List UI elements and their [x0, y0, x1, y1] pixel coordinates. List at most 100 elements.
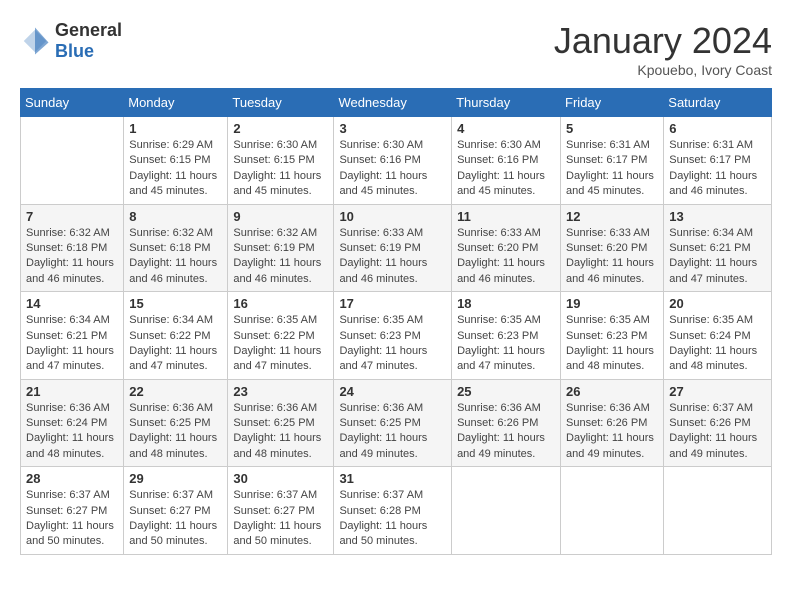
cell-line: Daylight: 11 hours and 47 minutes. [457, 345, 545, 372]
calendar-cell: 28Sunrise: 6:37 AMSunset: 6:27 PMDayligh… [21, 467, 124, 555]
day-number: 18 [457, 296, 555, 311]
cell-line: Sunset: 6:26 PM [669, 417, 750, 429]
cell-line: Sunrise: 6:33 AM [339, 227, 423, 239]
cell-line: Daylight: 11 hours and 48 minutes. [669, 345, 757, 372]
cell-content: Sunrise: 6:31 AMSunset: 6:17 PMDaylight:… [669, 138, 766, 200]
cell-content: Sunrise: 6:37 AMSunset: 6:27 PMDaylight:… [233, 488, 328, 550]
day-number: 21 [26, 384, 118, 399]
cell-line: Sunset: 6:17 PM [566, 154, 647, 166]
cell-line: Sunset: 6:21 PM [26, 330, 107, 342]
cell-content: Sunrise: 6:36 AMSunset: 6:25 PMDaylight:… [233, 401, 328, 463]
day-number: 4 [457, 121, 555, 136]
day-number: 22 [129, 384, 222, 399]
cell-content: Sunrise: 6:35 AMSunset: 6:23 PMDaylight:… [339, 313, 446, 375]
calendar-cell: 11Sunrise: 6:33 AMSunset: 6:20 PMDayligh… [452, 204, 561, 292]
cell-line: Sunset: 6:25 PM [129, 417, 210, 429]
cell-line: Sunset: 6:17 PM [669, 154, 750, 166]
cell-line: Sunrise: 6:33 AM [457, 227, 541, 239]
day-number: 8 [129, 209, 222, 224]
cell-line: Daylight: 11 hours and 49 minutes. [457, 432, 545, 459]
day-number: 13 [669, 209, 766, 224]
cell-line: Daylight: 11 hours and 46 minutes. [669, 170, 757, 197]
cell-line: Daylight: 11 hours and 50 minutes. [26, 520, 114, 547]
cell-line: Sunrise: 6:34 AM [669, 227, 753, 239]
cell-content: Sunrise: 6:35 AMSunset: 6:23 PMDaylight:… [566, 313, 658, 375]
day-header-thursday: Thursday [452, 89, 561, 117]
cell-content: Sunrise: 6:35 AMSunset: 6:24 PMDaylight:… [669, 313, 766, 375]
day-header-wednesday: Wednesday [334, 89, 452, 117]
calendar-cell: 30 Sunrise: 6:37 AMSunset: 6:27 PMDayligh… [228, 467, 334, 555]
cell-line: Sunrise: 6:32 AM [26, 227, 110, 239]
cell-content: Sunrise: 6:36 AMSunset: 6:24 PMDaylight:… [26, 401, 118, 463]
cell-line: Sunrise: 6:31 AM [566, 139, 650, 151]
calendar-cell: 1Sunrise: 6:29 AMSunset: 6:15 PMDaylight… [124, 117, 228, 205]
cell-line: Sunrise: 6:35 AM [339, 314, 423, 326]
day-header-friday: Friday [561, 89, 664, 117]
cell-content: Sunrise: 6:36 AMSunset: 6:26 PMDaylight:… [566, 401, 658, 463]
calendar-cell: 20Sunrise: 6:35 AMSunset: 6:24 PMDayligh… [664, 292, 772, 380]
calendar-cell [664, 467, 772, 555]
cell-content: Sunrise: 6:34 AMSunset: 6:21 PMDaylight:… [669, 226, 766, 288]
cell-line: Daylight: 11 hours and 49 minutes. [566, 432, 654, 459]
cell-content: Sunrise: 6:37 AMSunset: 6:27 PMDaylight:… [26, 488, 118, 550]
calendar-cell: 9Sunrise: 6:32 AMSunset: 6:19 PMDaylight… [228, 204, 334, 292]
cell-line: Sunrise: 6:35 AM [669, 314, 753, 326]
cell-content: Sunrise: 6:32 AMSunset: 6:18 PMDaylight:… [129, 226, 222, 288]
cell-line: Sunset: 6:18 PM [129, 242, 210, 254]
calendar-cell: 17Sunrise: 6:35 AMSunset: 6:23 PMDayligh… [334, 292, 452, 380]
cell-line: Daylight: 11 hours and 45 minutes. [457, 170, 545, 197]
cell-line: Sunset: 6:20 PM [566, 242, 647, 254]
cell-line: Daylight: 11 hours and 48 minutes. [26, 432, 114, 459]
cell-line: Sunrise: 6:32 AM [129, 227, 213, 239]
cell-content: Sunrise: 6:33 AMSunset: 6:19 PMDaylight:… [339, 226, 446, 288]
cell-line: Sunrise: 6:30 AM [339, 139, 423, 151]
cell-line: Sunrise: 6:35 AM [566, 314, 650, 326]
cell-line: Daylight: 11 hours and 50 minutes. [129, 520, 217, 547]
cell-line: Sunrise: 6:37 AM [339, 489, 423, 501]
cell-content: Sunrise: 6:33 AMSunset: 6:20 PMDaylight:… [566, 226, 658, 288]
calendar-cell: 14Sunrise: 6:34 AMSunset: 6:21 PMDayligh… [21, 292, 124, 380]
calendar-week-2: 7Sunrise: 6:32 AMSunset: 6:18 PMDaylight… [21, 204, 772, 292]
cell-content: Sunrise: 6:36 AMSunset: 6:25 PMDaylight:… [339, 401, 446, 463]
cell-line: Daylight: 11 hours and 47 minutes. [669, 257, 757, 284]
calendar-week-4: 21 Sunrise: 6:36 AMSunset: 6:24 PMDayligh… [21, 379, 772, 467]
cell-line: Sunrise: 6:35 AM [233, 314, 317, 326]
cell-line: Sunrise: 6:37 AM [129, 489, 213, 501]
day-header-saturday: Saturday [664, 89, 772, 117]
cell-line: Sunrise: 6:35 AM [457, 314, 541, 326]
calendar-cell [21, 117, 124, 205]
cell-line: Sunset: 6:19 PM [339, 242, 420, 254]
logo-icon [20, 26, 50, 56]
day-number: 5 [566, 121, 658, 136]
cell-content: Sunrise: 6:30 AMSunset: 6:16 PMDaylight:… [339, 138, 446, 200]
cell-line: Sunset: 6:25 PM [339, 417, 420, 429]
cell-line: Sunset: 6:16 PM [339, 154, 420, 166]
cell-line: Daylight: 11 hours and 50 minutes. [233, 520, 321, 547]
calendar-cell: 2Sunrise: 6:30 AMSunset: 6:15 PMDaylight… [228, 117, 334, 205]
calendar-header: SundayMondayTuesdayWednesdayThursdayFrid… [21, 89, 772, 117]
calendar-cell: 13 Sunrise: 6:34 AMSunset: 6:21 PMDayligh… [664, 204, 772, 292]
calendar-week-3: 14Sunrise: 6:34 AMSunset: 6:21 PMDayligh… [21, 292, 772, 380]
cell-line: Sunset: 6:15 PM [233, 154, 314, 166]
day-number: 31 [339, 471, 446, 486]
cell-content: Sunrise: 6:33 AMSunset: 6:20 PMDaylight:… [457, 226, 555, 288]
calendar-table: SundayMondayTuesdayWednesdayThursdayFrid… [20, 88, 772, 555]
day-number: 30 [233, 471, 328, 486]
cell-line: Sunrise: 6:34 AM [26, 314, 110, 326]
calendar-body: 1Sunrise: 6:29 AMSunset: 6:15 PMDaylight… [21, 117, 772, 555]
calendar-cell [561, 467, 664, 555]
logo-general: General [55, 20, 122, 41]
cell-content: Sunrise: 6:31 AMSunset: 6:17 PMDaylight:… [566, 138, 658, 200]
cell-line: Daylight: 11 hours and 47 minutes. [339, 345, 427, 372]
cell-line: Sunset: 6:15 PM [129, 154, 210, 166]
calendar-cell: 18Sunrise: 6:35 AMSunset: 6:23 PMDayligh… [452, 292, 561, 380]
day-number: 26 [566, 384, 658, 399]
cell-line: Daylight: 11 hours and 46 minutes. [457, 257, 545, 284]
calendar-cell: 8Sunrise: 6:32 AMSunset: 6:18 PMDaylight… [124, 204, 228, 292]
cell-line: Sunrise: 6:32 AM [233, 227, 317, 239]
cell-line: Daylight: 11 hours and 49 minutes. [669, 432, 757, 459]
cell-line: Sunset: 6:18 PM [26, 242, 107, 254]
cell-line: Sunrise: 6:34 AM [129, 314, 213, 326]
cell-line: Sunrise: 6:30 AM [233, 139, 317, 151]
cell-line: Sunrise: 6:37 AM [669, 402, 753, 414]
